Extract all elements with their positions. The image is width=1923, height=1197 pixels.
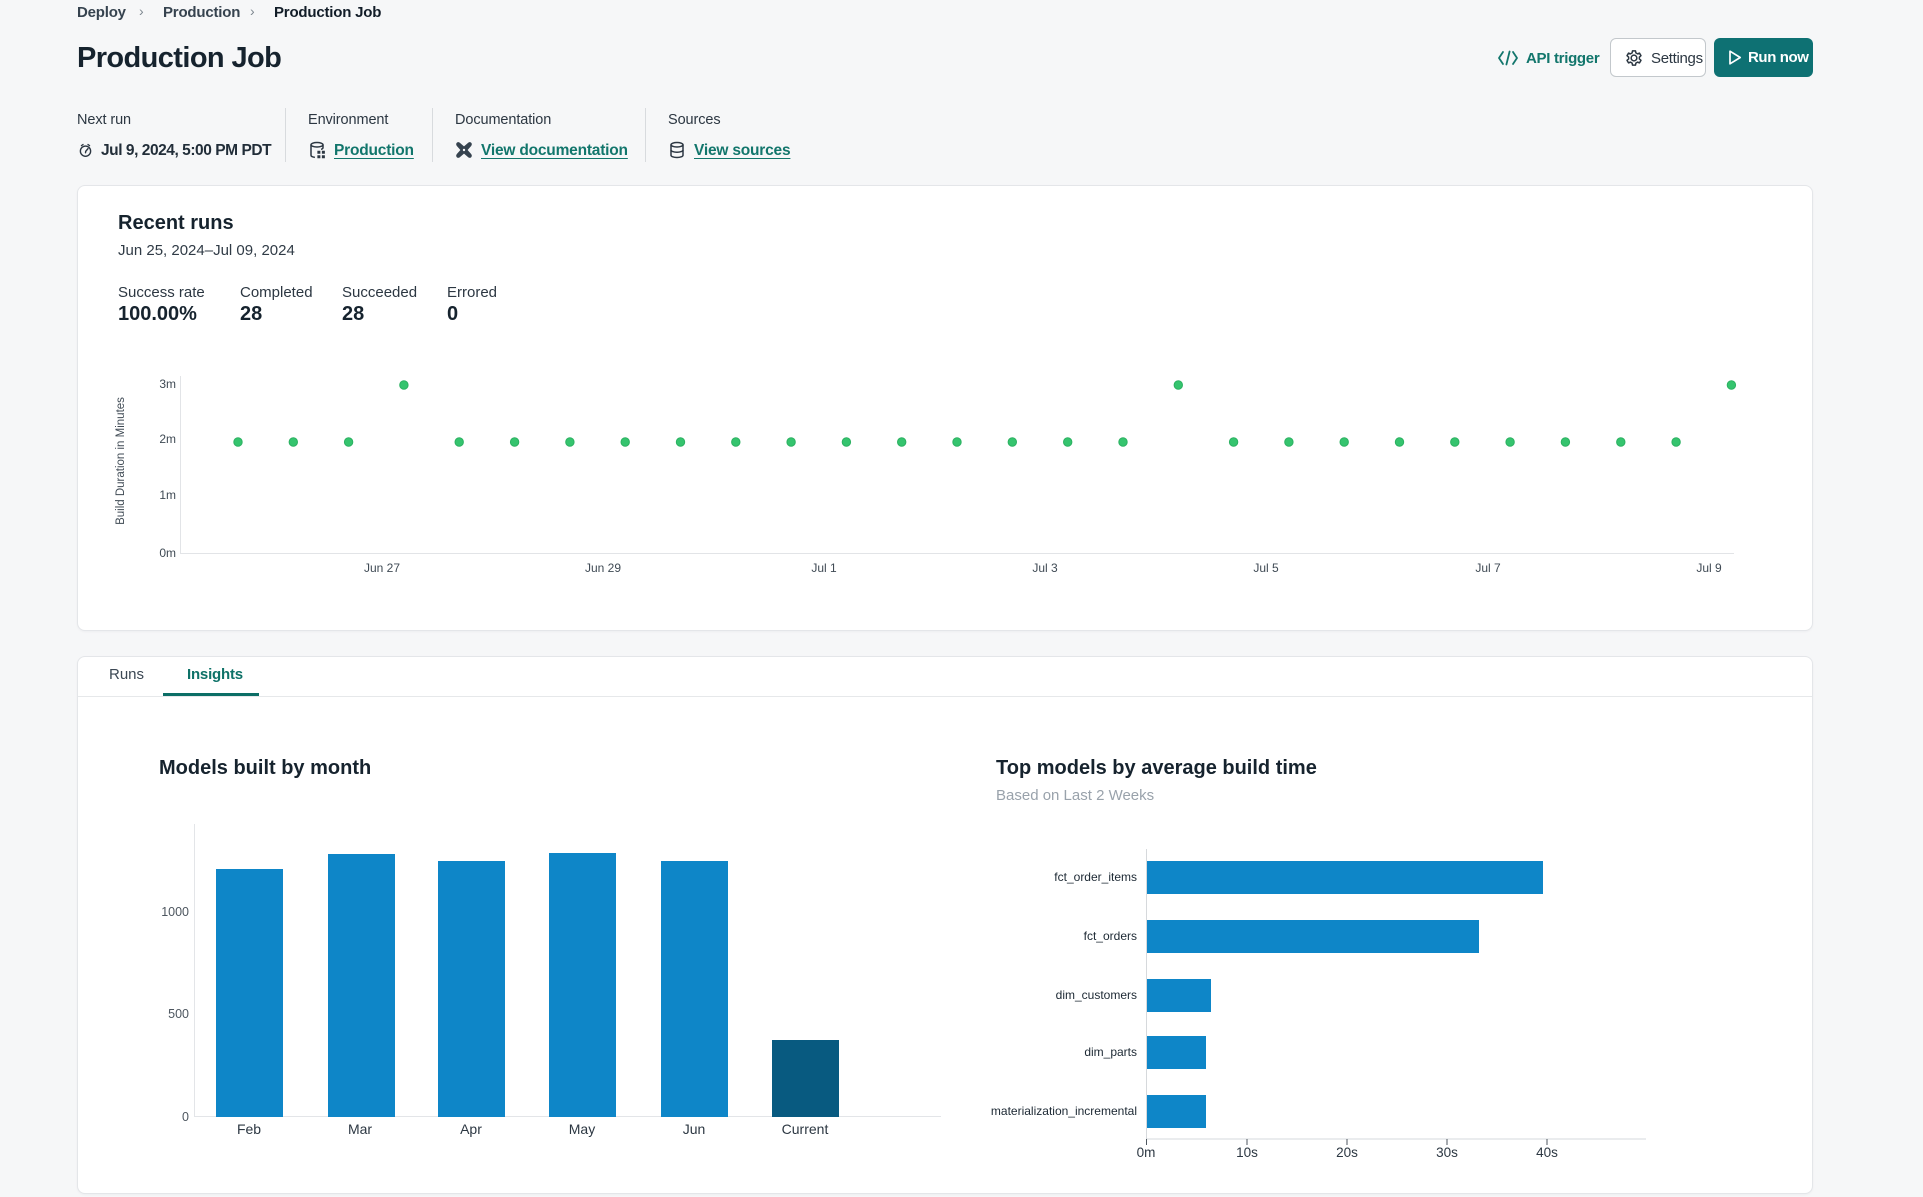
svg-text:Feb: Feb <box>237 1121 261 1137</box>
svg-text:3m: 3m <box>159 377 176 391</box>
svg-text:Jul 5: Jul 5 <box>1253 561 1279 575</box>
svg-text:Jul 7: Jul 7 <box>1475 561 1501 575</box>
svg-text:Jul 9: Jul 9 <box>1696 561 1722 575</box>
svg-text:1m: 1m <box>159 488 176 502</box>
svg-text:Mar: Mar <box>348 1121 372 1137</box>
svg-text:May: May <box>569 1121 595 1137</box>
svg-text:dim_parts: dim_parts <box>1084 1045 1137 1059</box>
svg-text:Apr: Apr <box>460 1121 482 1137</box>
svg-text:Current: Current <box>782 1121 829 1137</box>
svg-text:Jun 29: Jun 29 <box>585 561 621 575</box>
svg-text:Jun: Jun <box>683 1121 706 1137</box>
svg-text:fct_orders: fct_orders <box>1084 929 1137 943</box>
svg-text:fct_order_items: fct_order_items <box>1054 870 1137 884</box>
svg-text:30s: 30s <box>1436 1145 1458 1160</box>
svg-text:Jul 1: Jul 1 <box>811 561 837 575</box>
svg-text:20s: 20s <box>1336 1145 1358 1160</box>
svg-text:500: 500 <box>168 1007 189 1021</box>
svg-text:2m: 2m <box>159 432 176 446</box>
svg-text:0m: 0m <box>159 546 176 560</box>
svg-text:Jun 27: Jun 27 <box>364 561 400 575</box>
svg-text:1000: 1000 <box>161 905 189 919</box>
svg-text:Build Duration in Minutes: Build Duration in Minutes <box>115 397 127 525</box>
svg-text:10s: 10s <box>1236 1145 1258 1160</box>
svg-text:40s: 40s <box>1536 1145 1558 1160</box>
svg-text:dim_customers: dim_customers <box>1056 988 1137 1002</box>
svg-text:0m: 0m <box>1137 1145 1156 1160</box>
svg-text:Jul 3: Jul 3 <box>1032 561 1058 575</box>
svg-text:0: 0 <box>182 1110 189 1124</box>
svg-text:materialization_incremental: materialization_incremental <box>991 1104 1137 1118</box>
